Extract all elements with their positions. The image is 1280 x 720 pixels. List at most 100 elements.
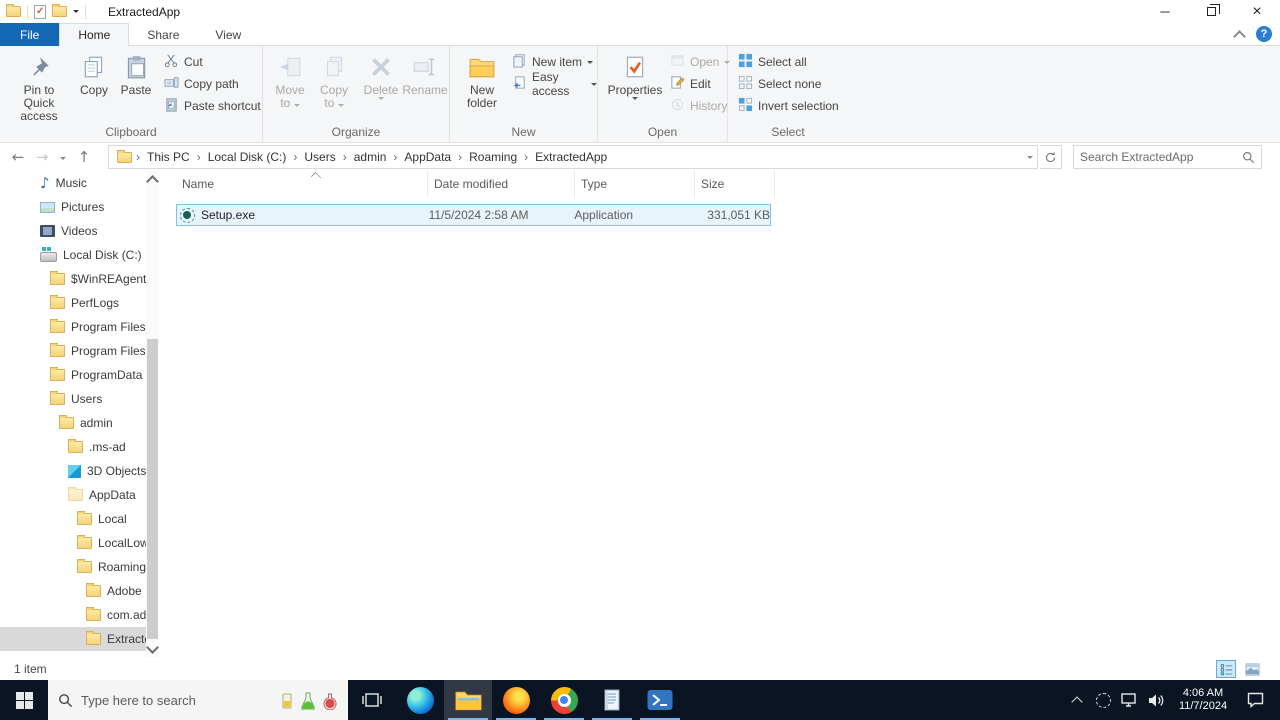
breadcrumb-item-extractedapp[interactable]: ExtractedApp xyxy=(528,150,614,164)
taskbar-app-firefox[interactable] xyxy=(492,680,540,720)
close-button[interactable]: × xyxy=(1234,0,1280,23)
search-box[interactable] xyxy=(1073,145,1262,169)
sidebar-scrollbar[interactable] xyxy=(146,171,159,658)
select-all-button[interactable]: Select all xyxy=(738,52,807,72)
copy-path-button[interactable]: Copy path xyxy=(164,74,239,94)
file-row-setup-exe[interactable]: Setup.exe 11/5/2024 2:58 AM Application … xyxy=(176,204,771,226)
scroll-up-icon[interactable] xyxy=(146,175,159,188)
sidebar-item-ms-ad[interactable]: .ms-ad xyxy=(0,435,146,459)
scroll-down-icon[interactable] xyxy=(146,641,159,654)
sidebar-item-admin[interactable]: admin xyxy=(0,411,146,435)
move-to-button[interactable]: Move to xyxy=(269,50,311,110)
search-input[interactable] xyxy=(1080,150,1242,164)
help-icon[interactable]: ? xyxy=(1256,26,1272,42)
breadcrumb-item-local-disk[interactable]: Local Disk (C:) xyxy=(201,150,294,164)
paste-button[interactable]: Paste xyxy=(116,50,156,97)
tab-view[interactable]: View xyxy=(197,23,259,46)
column-header-name[interactable]: Name xyxy=(176,171,428,197)
ribbon-collapse-icon[interactable] xyxy=(1233,29,1246,43)
rename-button[interactable]: Rename xyxy=(402,50,448,97)
taskbar-clock[interactable]: 4:06 AM 11/7/2024 xyxy=(1170,680,1236,720)
forward-button[interactable]: → xyxy=(30,148,54,166)
qat-customize-chevron-icon[interactable] xyxy=(73,10,79,13)
sidebar-item-users[interactable]: Users xyxy=(0,387,146,411)
refresh-button[interactable] xyxy=(1040,145,1062,169)
taskbar-app-powershell[interactable] xyxy=(636,680,684,720)
sidebar-item-programdata[interactable]: ProgramData xyxy=(0,363,146,387)
new-folder-button[interactable]: New folder xyxy=(460,50,504,110)
minimize-button[interactable]: ─ xyxy=(1142,0,1188,23)
sidebar-item-adobe[interactable]: Adobe xyxy=(0,579,146,603)
breadcrumb[interactable]: › This PC › Local Disk (C:) › Users › ad… xyxy=(108,145,1038,169)
breadcrumb-item-users[interactable]: Users xyxy=(297,150,342,164)
tray-show-hidden-icons-button[interactable] xyxy=(1064,680,1090,720)
copy-button[interactable]: Copy xyxy=(74,50,114,97)
invert-selection-button[interactable]: Invert selection xyxy=(738,96,839,116)
sidebar-item-3d-objects[interactable]: 3D Objects xyxy=(0,459,146,483)
paste-shortcut-button[interactable]: Paste shortcut xyxy=(164,96,261,116)
address-dropdown-icon[interactable] xyxy=(1027,155,1033,159)
history-button[interactable]: History xyxy=(670,96,727,116)
status-bar: 1 item xyxy=(0,658,1280,680)
task-view-button[interactable] xyxy=(348,680,396,720)
restore-button[interactable] xyxy=(1188,0,1234,23)
sidebar-item-videos[interactable]: Videos xyxy=(0,219,146,243)
pin-to-quick-access-button[interactable]: Pin to Quick access xyxy=(8,50,70,123)
select-none-button[interactable]: Select none xyxy=(738,74,821,94)
sidebar-item-roaming[interactable]: Roaming xyxy=(0,555,146,579)
sidebar-item-local-disk[interactable]: Local Disk (C:) xyxy=(0,243,146,267)
qat-properties-icon[interactable] xyxy=(34,4,46,19)
tab-share[interactable]: Share xyxy=(129,23,197,46)
sidebar-item-appdata[interactable]: AppData xyxy=(0,483,146,507)
search-icon[interactable] xyxy=(1242,151,1255,164)
tab-home[interactable]: Home xyxy=(59,23,130,46)
action-center-button[interactable] xyxy=(1236,680,1274,720)
sidebar-item-pictures[interactable]: Pictures xyxy=(0,195,146,219)
new-item-button[interactable]: New item xyxy=(512,52,594,72)
column-header-type[interactable]: Type xyxy=(575,171,695,197)
breadcrumb-item-roaming[interactable]: Roaming xyxy=(462,150,524,164)
cut-button[interactable]: Cut xyxy=(164,52,203,72)
search-highlights-flasks-icon[interactable] xyxy=(280,691,338,710)
tray-volume-icon[interactable] xyxy=(1142,680,1170,720)
breadcrumb-item-admin[interactable]: admin xyxy=(347,150,394,164)
breadcrumb-item-appdata[interactable]: AppData xyxy=(397,150,458,164)
taskbar-app-edge[interactable] xyxy=(396,680,444,720)
sidebar-item-winreagent[interactable]: $WinREAgent xyxy=(0,267,146,291)
sidebar-item-extractedapp[interactable]: ExtractedApp xyxy=(0,627,146,651)
sidebar-item-music[interactable]: ♪ Music xyxy=(0,171,146,195)
tray-recording-indicator-icon[interactable] xyxy=(1090,680,1116,720)
taskbar-search-input[interactable] xyxy=(81,692,272,708)
tab-file[interactable]: File xyxy=(0,23,60,46)
open-button[interactable]: Open xyxy=(670,52,731,72)
tray-network-icon[interactable] xyxy=(1116,680,1142,720)
back-button[interactable]: ← xyxy=(6,148,30,166)
edit-button[interactable]: Edit xyxy=(670,74,711,94)
taskbar-app-file-explorer[interactable] xyxy=(444,680,492,720)
qat-new-folder-icon[interactable] xyxy=(52,4,67,17)
column-header-size[interactable]: Size xyxy=(695,171,775,197)
sidebar-item-locallow[interactable]: LocalLow xyxy=(0,531,146,555)
notepad-icon xyxy=(604,689,620,711)
sidebar-item-program-files[interactable]: Program Files xyxy=(0,315,146,339)
recent-locations-chevron-icon[interactable] xyxy=(60,156,66,160)
taskbar-app-notepad[interactable] xyxy=(588,680,636,720)
sidebar-item-program-files-x86[interactable]: Program Files (x86) xyxy=(0,339,146,363)
taskbar-app-chrome[interactable] xyxy=(540,680,588,720)
sidebar-item-com-adobe[interactable]: com.adobe xyxy=(0,603,146,627)
sidebar-item-perflogs[interactable]: PerfLogs xyxy=(0,291,146,315)
properties-button[interactable]: Properties xyxy=(608,50,662,100)
details-view-button[interactable] xyxy=(1216,660,1236,678)
sidebar-item-local[interactable]: Local xyxy=(0,507,146,531)
easy-access-button[interactable]: Easy access xyxy=(512,70,597,98)
taskbar-search-box[interactable] xyxy=(48,680,348,720)
copy-to-button[interactable]: Copy to xyxy=(313,50,355,110)
breadcrumb-item-this-pc[interactable]: This PC xyxy=(140,150,197,164)
setup-exe-icon xyxy=(180,207,195,223)
start-button[interactable] xyxy=(0,680,48,720)
large-icons-view-button[interactable] xyxy=(1242,660,1262,678)
column-header-date-modified[interactable]: Date modified xyxy=(428,171,575,197)
delete-button[interactable]: Delete xyxy=(359,50,403,100)
up-button[interactable]: ↑ xyxy=(72,148,96,166)
scrollbar-thumb[interactable] xyxy=(147,339,158,639)
